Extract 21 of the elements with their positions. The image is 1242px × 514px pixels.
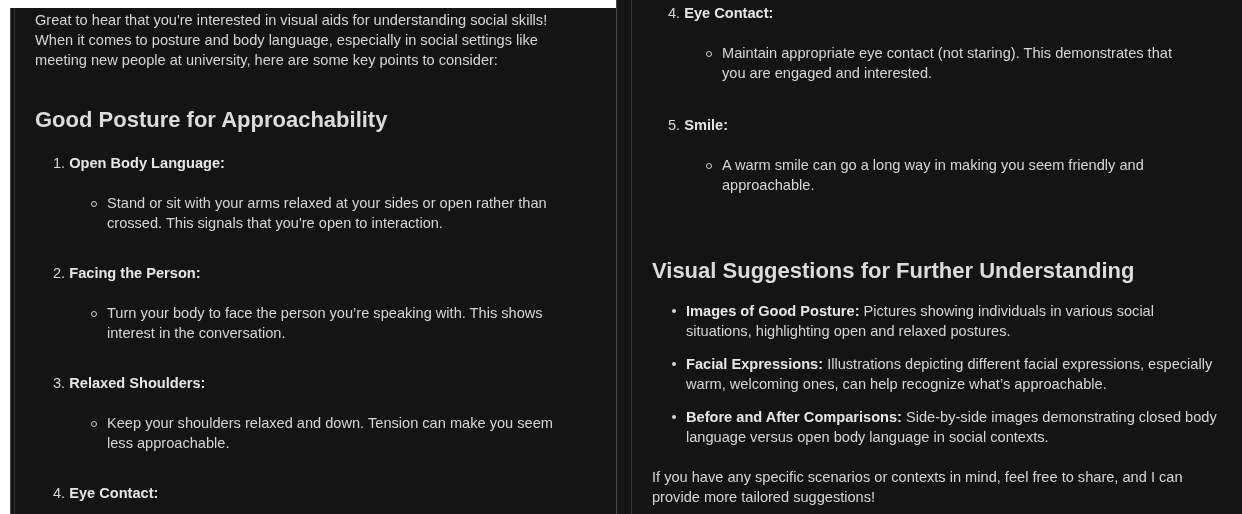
bullet-text: Maintain appropriate eye contact (not staring). This demonstrates that you are engaged and interested.	[722, 44, 1173, 83]
section-heading: Visual Suggestions for Further Understanding	[652, 257, 1136, 285]
suggestion-text: Images of Good Posture: Pictures showing individuals in various social situations, highlighting open and relaxed postures.	[686, 302, 1155, 341]
closing-paragraph: If you have any specific scenarios or contexts in mind, feel free to share, and I can provide more tailored suggestions!	[652, 468, 1184, 507]
intro-paragraph: Great to hear that you're interested in visual aids for understanding social skills! When it comes to posture and body language, especially in social settings like meeting new people at university, here are some key points to consider:	[35, 11, 549, 70]
bullet-text: Turn your body to face the person you’re speaking with. This shows interest in the conversation.	[107, 304, 544, 343]
bullet-text: Stand or sit with your arms relaxed at your sides or open rather than crossed. This signals that you're open to interaction.	[107, 194, 548, 233]
bullet-text: A warm smile can go a long way in making you seem friendly and approachable.	[722, 156, 1145, 195]
bullet-icon	[672, 415, 676, 419]
bullet-icon	[672, 362, 676, 366]
section-heading: Good Posture for Approachability	[35, 106, 389, 134]
bullet-text: Keep your shoulders relaxed and down. Tension can make you seem less approachable.	[107, 414, 554, 453]
list-item-title: 2. Facing the Person:	[53, 264, 202, 283]
suggestion-text: Before and After Comparisons: Side-by-side images demonstrating closed body language versus open body language in social contexts.	[686, 408, 1218, 447]
list-item-title: 4. Eye Contact:	[53, 484, 160, 503]
suggestion-text: Facial Expressions: Illustrations depicting different facial expressions, especially warm, welcoming ones, can help recognize what’s approachable.	[686, 355, 1214, 394]
list-item-title: 3. Relaxed Shoulders:	[53, 374, 207, 393]
list-item-title: 1. Open Body Language:	[53, 154, 226, 173]
list-item-title: 5. Smile:	[668, 116, 730, 135]
list-item-title: 4. Eye Contact:	[668, 4, 775, 23]
bullet-icon	[672, 309, 676, 313]
